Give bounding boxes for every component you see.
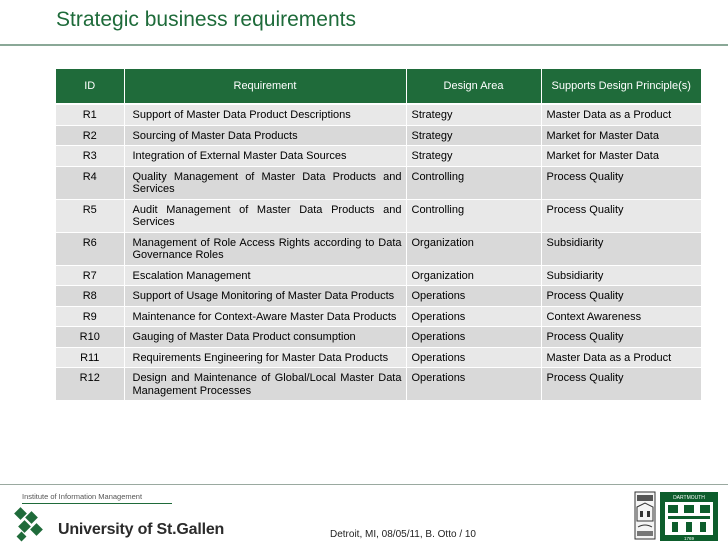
cell-principle: Market for Master Data — [541, 125, 701, 146]
cell-principle: Process Quality — [541, 367, 701, 401]
header-principle: Supports Design Principle(s) — [541, 69, 701, 105]
cell-principle: Subsidiarity — [541, 232, 701, 266]
cell-principle: Subsidiarity — [541, 265, 701, 286]
title-divider — [0, 44, 728, 46]
university-name: University of St.Gallen — [58, 521, 225, 538]
table-row: R6 Management of Role Access Rights acco… — [56, 232, 701, 266]
footer-citation: Detroit, MI, 08/05/11, B. Otto / 10 — [330, 529, 476, 540]
requirements-table: ID Requirement Design Area Supports Desi… — [56, 69, 701, 401]
cell-requirement: Management of Role Access Rights accordi… — [124, 232, 407, 266]
institute-underline — [22, 503, 172, 504]
cell-design-area: Operations — [406, 347, 542, 368]
dartmouth-logo-icon: DARTMOUTH 1769 — [660, 492, 718, 541]
table-row: R12 Design and Maintenance of Global/Loc… — [56, 367, 701, 401]
cell-design-area: Operations — [406, 285, 542, 307]
table-row: R9 Maintenance for Context-Aware Master … — [56, 306, 701, 327]
table-header-row: ID Requirement Design Area Supports Desi… — [56, 69, 701, 105]
cell-id: R11 — [56, 347, 125, 368]
cell-requirement: Integration of External Master Data Sour… — [124, 145, 407, 167]
cell-design-area: Strategy — [406, 145, 542, 167]
header-design-area: Design Area — [406, 69, 542, 105]
table-row: R1 Support of Master Data Product Descri… — [56, 104, 701, 126]
cell-principle: Process Quality — [541, 199, 701, 233]
page-title: Strategic business requirements — [56, 8, 356, 31]
cell-principle: Master Data as a Product — [541, 104, 701, 126]
table-body: R1 Support of Master Data Product Descri… — [56, 104, 701, 401]
cell-requirement: Maintenance for Context-Aware Master Dat… — [124, 306, 407, 327]
cell-requirement: Support of Master Data Product Descripti… — [124, 104, 407, 126]
cell-principle: Master Data as a Product — [541, 347, 701, 368]
university-logo-icon — [14, 507, 43, 542]
table-row: R11 Requirements Engineering for Master … — [56, 347, 701, 368]
cell-design-area: Organization — [406, 265, 542, 286]
table-row: R5 Audit Management of Master Data Produ… — [56, 199, 701, 233]
crest-year: 1769 — [684, 536, 695, 541]
cell-id: R8 — [56, 285, 125, 307]
cell-design-area: Operations — [406, 367, 542, 401]
table-row: R10 Gauging of Master Data Product consu… — [56, 326, 701, 348]
cell-requirement: Design and Maintenance of Global/Local M… — [124, 367, 407, 401]
cell-requirement: Support of Usage Monitoring of Master Da… — [124, 285, 407, 307]
footer-divider — [0, 484, 728, 485]
cell-id: R3 — [56, 145, 125, 167]
cell-design-area: Controlling — [406, 199, 542, 233]
cell-requirement: Escalation Management — [124, 265, 407, 286]
cell-principle: Process Quality — [541, 285, 701, 307]
cell-id: R6 — [56, 232, 125, 266]
table-row: R7 Escalation Management Organization Su… — [56, 265, 701, 286]
cell-requirement: Requirements Engineering for Master Data… — [124, 347, 407, 368]
cell-id: R5 — [56, 199, 125, 233]
cell-design-area: Operations — [406, 306, 542, 327]
requirements-table-container: ID Requirement Design Area Supports Desi… — [56, 69, 701, 401]
cell-design-area: Controlling — [406, 166, 542, 200]
crest-label: DARTMOUTH — [673, 495, 705, 501]
cell-design-area: Operations — [406, 326, 542, 348]
institute-name: Institute of Information Management — [22, 492, 143, 501]
table-row: R3 Integration of External Master Data S… — [56, 145, 701, 167]
cell-id: R4 — [56, 166, 125, 200]
cell-principle: Context Awareness — [541, 306, 701, 327]
cell-requirement: Gauging of Master Data Product consumpti… — [124, 326, 407, 348]
cell-requirement: Quality Management of Master Data Produc… — [124, 166, 407, 200]
cell-design-area: Strategy — [406, 125, 542, 146]
cell-principle: Market for Master Data — [541, 145, 701, 167]
cell-design-area: Organization — [406, 232, 542, 266]
table-row: R8 Support of Usage Monitoring of Master… — [56, 285, 701, 307]
header-id: ID — [56, 69, 125, 105]
cell-id: R7 — [56, 265, 125, 286]
cell-id: R12 — [56, 367, 125, 401]
cell-principle: Process Quality — [541, 166, 701, 200]
cell-id: R9 — [56, 306, 125, 327]
cell-id: R1 — [56, 104, 125, 126]
cell-id: R10 — [56, 326, 125, 348]
cell-design-area: Strategy — [406, 104, 542, 126]
table-row: R4 Quality Management of Master Data Pro… — [56, 166, 701, 200]
cell-requirement: Sourcing of Master Data Products — [124, 125, 407, 146]
cell-id: R2 — [56, 125, 125, 146]
college-crest-icon — [634, 491, 656, 540]
table-row: R2 Sourcing of Master Data Products Stra… — [56, 125, 701, 146]
header-requirement: Requirement — [124, 69, 407, 105]
cell-requirement: Audit Management of Master Data Products… — [124, 199, 407, 233]
cell-principle: Process Quality — [541, 326, 701, 348]
